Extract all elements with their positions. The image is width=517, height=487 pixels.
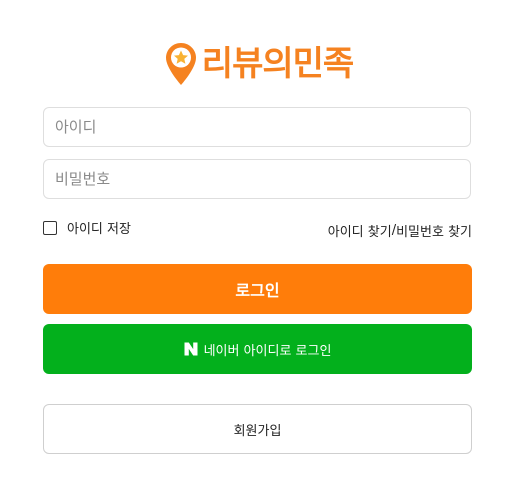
login-button-label: 로그인	[235, 281, 280, 300]
password-input[interactable]	[44, 160, 470, 198]
id-input[interactable]	[44, 108, 470, 146]
signup-button[interactable]: 회원가입	[43, 404, 472, 454]
find-password-link[interactable]: 비밀번호 찾기	[396, 221, 472, 240]
id-field[interactable]	[43, 107, 471, 147]
password-field[interactable]	[43, 159, 471, 199]
find-account-links: 아이디 찾기 / 비밀번호 찾기	[328, 221, 472, 240]
remember-id-option[interactable]: 아이디 저장	[43, 218, 131, 237]
naver-login-button[interactable]: 네이버 아이디로 로그인	[43, 324, 472, 374]
login-button[interactable]: 로그인	[43, 264, 472, 314]
naver-n-icon	[184, 342, 198, 356]
brand-name: 리뷰의민족	[201, 44, 354, 84]
signup-button-label: 회원가입	[233, 423, 282, 439]
remember-id-label: 아이디 저장	[67, 222, 131, 237]
find-id-link[interactable]: 아이디 찾기	[328, 221, 392, 240]
naver-login-label: 네이버 아이디로 로그인	[203, 343, 332, 359]
map-pin-star-icon	[165, 43, 196, 85]
login-page: 리뷰의민족 아이디 저장 아이디 찾기 / 비밀번호 찾기 로그인 네이버 아이…	[0, 0, 517, 487]
brand-logo: 리뷰의민족	[0, 40, 517, 88]
remember-id-checkbox[interactable]	[43, 220, 57, 235]
